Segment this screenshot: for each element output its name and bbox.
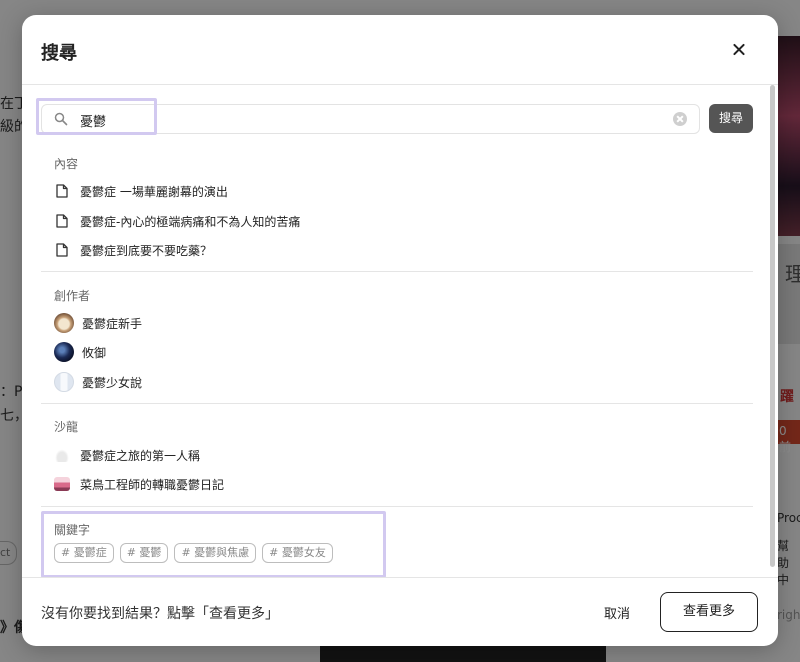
search-highlight-box (36, 98, 157, 135)
list-item-creator[interactable]: 攸御 (54, 341, 106, 363)
keywords-highlight-box (41, 511, 386, 578)
avatar (54, 342, 74, 362)
section-label-salons: 沙龍 (54, 420, 79, 434)
document-icon (56, 243, 68, 257)
list-item-salon[interactable]: 憂鬱症之旅的第一人稱 (54, 444, 200, 466)
scrollbar[interactable] (770, 85, 775, 567)
document-icon (56, 184, 68, 198)
creator-name: 憂鬱症新手 (82, 316, 143, 331)
salon-name: 菜鳥工程師的轉職憂鬱日記 (80, 477, 225, 492)
section-divider (41, 271, 753, 272)
salon-icon (54, 477, 70, 491)
clear-icon[interactable] (673, 112, 687, 126)
creator-name: 攸御 (82, 345, 107, 360)
content-title: 憂鬱症 一場華麗謝幕的演出 (80, 184, 228, 199)
list-item-content[interactable]: 憂鬱症-內心的極端病痛和不為人知的苦痛 (56, 210, 300, 232)
close-icon[interactable] (728, 39, 750, 61)
modal-header: 搜尋 (22, 15, 778, 85)
list-item-creator[interactable]: 憂鬱症新手 (54, 312, 142, 334)
footer-prompt: 沒有你要找到結果？點擊「查看更多」 (41, 606, 279, 622)
view-more-button[interactable]: 查看更多 (660, 592, 758, 632)
creator-name: 憂鬱少女說 (82, 375, 143, 390)
document-icon (56, 214, 68, 228)
list-item-content[interactable]: 憂鬱症到底要不要吃藥？ (56, 239, 212, 261)
section-divider (41, 506, 753, 507)
modal-footer: 沒有你要找到結果？點擊「查看更多」 取消 查看更多 (22, 577, 778, 646)
section-label-content: 內容 (54, 157, 79, 171)
list-item-content[interactable]: 憂鬱症 一場華麗謝幕的演出 (56, 180, 228, 202)
modal-body: 憂鬱 搜尋 內容 憂鬱症 一場華麗謝幕的演出 憂鬱症-內心的極端病痛和不為人知的… (22, 85, 778, 578)
cancel-button[interactable]: 取消 (604, 603, 630, 622)
content-title: 憂鬱症到底要不要吃藥？ (80, 243, 213, 258)
list-item-salon[interactable]: 菜鳥工程師的轉職憂鬱日記 (54, 473, 224, 495)
section-label-creators: 創作者 (54, 289, 91, 303)
content-title: 憂鬱症-內心的極端病痛和不為人知的苦痛 (80, 214, 301, 229)
avatar (54, 372, 74, 392)
search-button[interactable]: 搜尋 (709, 104, 753, 133)
avatar (54, 313, 74, 333)
modal-title: 搜尋 (41, 43, 77, 64)
search-modal: 搜尋 憂鬱 搜尋 內容 憂鬱症 一場華麗謝幕的演出 憂鬱症-內心的極端病痛和不為… (22, 15, 778, 646)
list-item-creator[interactable]: 憂鬱少女說 (54, 371, 142, 393)
salon-name: 憂鬱症之旅的第一人稱 (80, 448, 201, 463)
section-divider (41, 403, 753, 404)
salon-icon (54, 448, 70, 462)
